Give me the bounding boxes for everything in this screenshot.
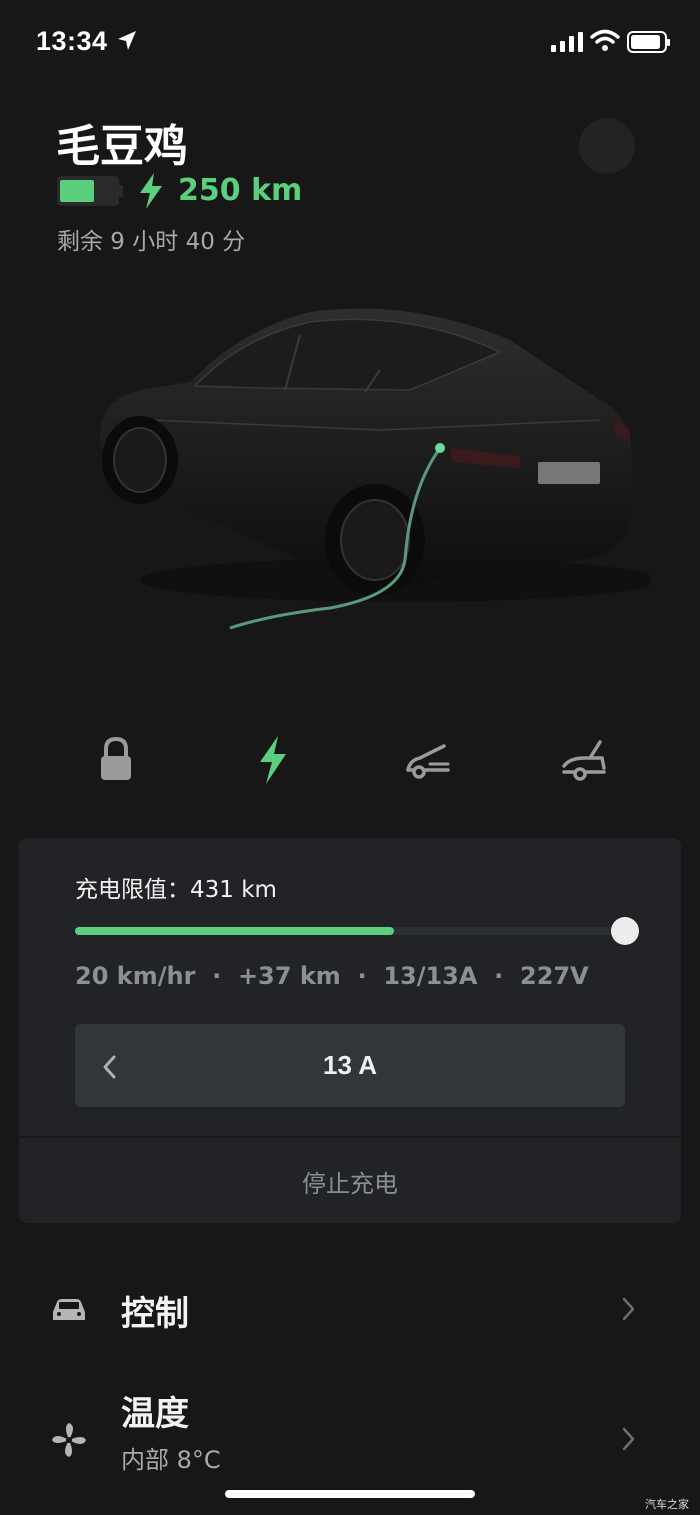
chevron-right-icon[interactable] <box>621 1296 637 1322</box>
charging-bolt-icon <box>140 173 162 209</box>
vehicle-image <box>99 308 650 630</box>
wifi-icon <box>590 29 620 51</box>
charge-bolt-icon[interactable] <box>248 734 296 786</box>
cellular-signal-icon <box>551 32 583 52</box>
charging-stats: 20 km/hr · +37 km · 13/13A · 227V <box>75 962 589 990</box>
stop-charging-button[interactable]: 停止充电 <box>19 1164 681 1199</box>
card-divider <box>19 1136 681 1138</box>
interior-temperature: 内部 8°C <box>121 1446 221 1474</box>
status-time: 13:34 <box>36 26 108 56</box>
chevron-right-icon[interactable] <box>621 1426 637 1452</box>
charge-limit-label: 充电限值：431 km <box>75 877 277 903</box>
car-icon <box>53 1299 85 1320</box>
time-remaining: 剩余 9 小时 40 分 <box>57 229 246 255</box>
fan-icon <box>52 1423 86 1457</box>
charge-level-fill <box>75 927 394 935</box>
home-indicator[interactable] <box>225 1490 475 1498</box>
amps-value: 13 A <box>323 1050 377 1080</box>
profile-avatar-button[interactable] <box>579 118 635 174</box>
charge-limit-slider-handle[interactable] <box>611 917 639 945</box>
climate-row-title[interactable]: 温度 <box>121 1386 189 1435</box>
range-value: 250 km <box>178 173 303 208</box>
location-arrow-icon <box>118 31 136 50</box>
phone-battery-icon <box>627 31 670 53</box>
lock-icon[interactable] <box>92 734 140 786</box>
vehicle-name: 毛豆鸡 <box>56 121 188 172</box>
frunk-icon[interactable] <box>404 734 452 786</box>
watermark: 汽车之家 <box>645 1498 689 1511</box>
trunk-icon[interactable] <box>560 734 608 786</box>
vehicle-battery-icon <box>57 176 123 206</box>
controls-row-title[interactable]: 控制 <box>121 1286 189 1335</box>
